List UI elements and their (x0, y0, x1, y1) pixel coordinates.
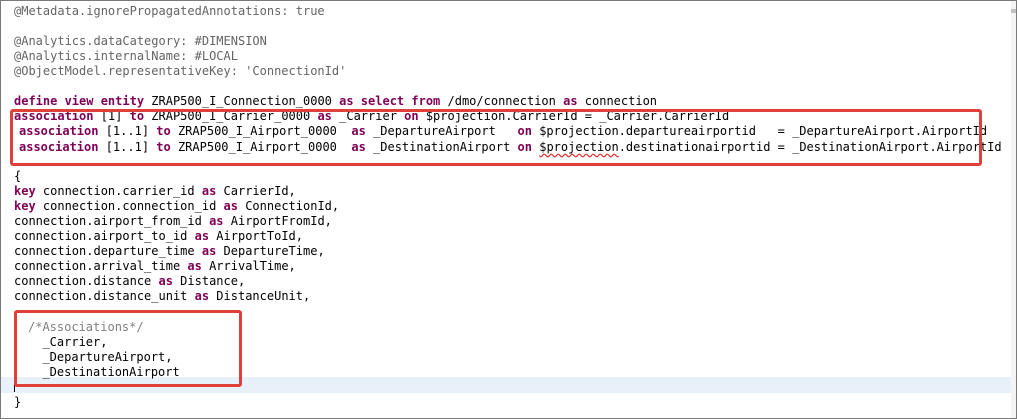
expose-departure-airport: _DepartureAirport, (28, 350, 173, 364)
field-airport-to-id: connection.airport_to_id as AirportToId, (14, 229, 303, 243)
open-brace: { (14, 169, 22, 183)
overview-ruler-marker (1011, 9, 1016, 13)
annotation-ignore-propagated: @Metadata.ignorePropagatedAnnotations: t… (14, 4, 325, 18)
field-distance: connection.distance as Distance, (14, 274, 246, 288)
field-airport-from-id: connection.airport_from_id as AirportFro… (14, 214, 332, 228)
annotation-representative-key: @ObjectModel.representativeKey: 'Connect… (14, 64, 347, 78)
annotation-internal-name: @Analytics.internalName: #LOCAL (14, 49, 238, 63)
association-destination-line: association [1..1] to ZRAP500_I_Airport_… (19, 140, 1002, 154)
associations-comment: /*Associations*/ (28, 320, 144, 334)
field-departure-time: connection.departure_time as DepartureTi… (14, 244, 325, 258)
spelling-warning-marker: $projection (539, 140, 619, 154)
association-carrier-line: association [1] to ZRAP500_I_Carrier_000… (14, 109, 730, 123)
association-departure-line: association [1..1] to ZRAP500_I_Airport_… (19, 124, 988, 138)
expose-carrier: _Carrier, (28, 335, 108, 349)
code-editor[interactable]: @Metadata.ignorePropagatedAnnotations: t… (0, 0, 1017, 419)
expose-destination-airport: _DestinationAirport (28, 365, 180, 379)
field-arrival-time: connection.arrival_time as ArrivalTime, (14, 259, 296, 273)
define-view-line: define view entity ZRAP500_I_Connection_… (14, 94, 658, 108)
field-carrier-id: key connection.carrier_id as CarrierId, (14, 184, 296, 198)
close-brace: } (14, 395, 22, 409)
text-caret (14, 378, 15, 392)
vertical-scrollbar[interactable] (1011, 1, 1016, 418)
field-connection-id: key connection.connection_id as Connecti… (14, 199, 340, 213)
annotation-data-category: @Analytics.dataCategory: #DIMENSION (14, 34, 267, 48)
field-distance-unit: connection.distance_unit as DistanceUnit… (14, 289, 311, 303)
